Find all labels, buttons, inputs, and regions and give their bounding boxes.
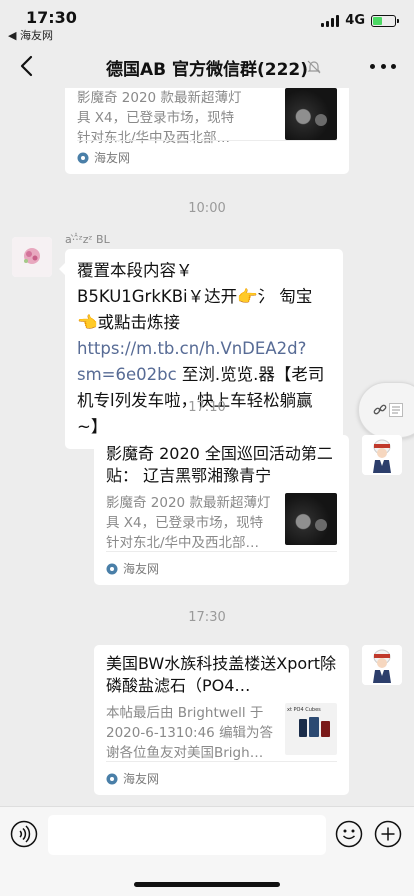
article-source-name: 海友网 — [123, 772, 160, 786]
message-text-input[interactable] — [48, 815, 326, 855]
article-card-body: 本帖最后由 Brightwell 于 2020-6-1310:46 编辑为答谢各… — [106, 703, 337, 763]
more-options-icon[interactable] — [370, 56, 396, 76]
mute-bell-icon — [307, 60, 321, 74]
avatar[interactable] — [12, 237, 52, 277]
source-logo-icon — [77, 152, 89, 163]
article-source: 海友网 — [77, 140, 337, 174]
article-card-body: 影魔奇 2020 款最新超薄灯具 X4，已登录市场，现特针对东北/华中及西北部… — [106, 493, 337, 553]
article-title: 影魔奇 2020 全国巡回活动第二贴： 辽吉黑鄂湘豫青宁 — [106, 444, 333, 485]
message-input-bar — [0, 806, 414, 896]
message-text: 覆置本段内容￥ B5KU1GrkKBi￥达开👉氵 匋宝👈或點击炼接 — [77, 261, 313, 332]
emoji-icon[interactable] — [335, 820, 363, 848]
avatar[interactable] — [362, 435, 402, 475]
article-source: 海友网 — [106, 551, 337, 585]
article-source: 海友网 — [106, 761, 337, 795]
article-source-name: 海友网 — [94, 151, 131, 165]
home-indicator[interactable] — [134, 882, 280, 887]
chat-message-list[interactable]: 影魔奇 2020 款最新超薄灯具 X4，已登录市场，现特针对东北/华中及西北部…… — [0, 88, 414, 806]
signal-icon — [321, 14, 340, 27]
article-card-body: 影魔奇 2020 款最新超薄灯具 X4，已登录市场，现特针对东北/华中及西北部… — [77, 88, 337, 148]
back-to-app-link[interactable]: ◀ 海友网 — [8, 27, 53, 43]
avatar-image — [362, 435, 402, 475]
add-attachment-icon[interactable] — [374, 820, 402, 848]
article-thumbnail: xt PO4 Cubes — [285, 703, 337, 755]
article-description: 本帖最后由 Brightwell 于 2020-6-1310:46 编辑为答谢各… — [106, 705, 274, 761]
thumbnail-caption: xt PO4 Cubes — [287, 707, 321, 713]
timestamp: 17:30 — [188, 610, 226, 625]
article-card[interactable]: 影魔奇 2020 款最新超薄灯具 X4，已登录市场，现特针对东北/华中及西北部…… — [65, 88, 349, 174]
avatar-image — [12, 237, 52, 277]
source-logo-icon — [106, 563, 118, 574]
article-description: 影魔奇 2020 款最新超薄灯具 X4，已登录市场，现特针对东北/华中及西北部… — [77, 90, 242, 146]
text-message-bubble[interactable]: 覆置本段内容￥ B5KU1GrkKBi￥达开👉氵 匋宝👈或點击炼接https:/… — [59, 249, 343, 449]
battery-icon — [371, 14, 399, 27]
article-description: 影魔奇 2020 款最新超薄灯具 X4，已登录市场，现特针对东北/华中及西北部… — [106, 495, 271, 551]
avatar-image — [362, 645, 402, 685]
chat-title: 德国AB 官方微信群(222) — [105, 60, 309, 80]
voice-input-icon[interactable] — [10, 820, 38, 848]
avatar[interactable] — [362, 645, 402, 685]
nav-bar: 德国AB 官方微信群(222) — [0, 44, 414, 88]
timestamp: 17:10 — [188, 400, 226, 415]
status-time: 17:30 — [26, 8, 77, 27]
article-card[interactable]: 影魔奇 2020 全国巡回活动第二贴： 辽吉黑鄂湘豫青宁 影魔奇 2020 款最… — [94, 435, 349, 585]
article-card[interactable]: 美国BW水族科技盖楼送Xport除磷酸盐滤石（PO4… 本帖最后由 Bright… — [94, 645, 349, 795]
timestamp: 10:00 — [188, 201, 226, 216]
article-source-name: 海友网 — [123, 562, 160, 576]
sender-name: a·̀·̂̇ᶻzᶻ BL — [65, 233, 110, 246]
status-indicators: 4G — [321, 13, 399, 28]
article-title: 美国BW水族科技盖楼送Xport除磷酸盐滤石（PO4… — [106, 654, 336, 695]
article-thumbnail — [285, 493, 337, 545]
article-thumbnail — [285, 88, 337, 140]
source-logo-icon — [106, 773, 118, 784]
status-bar: 17:30 ◀ 海友网 4G — [0, 0, 414, 44]
network-type: 4G — [345, 13, 365, 28]
